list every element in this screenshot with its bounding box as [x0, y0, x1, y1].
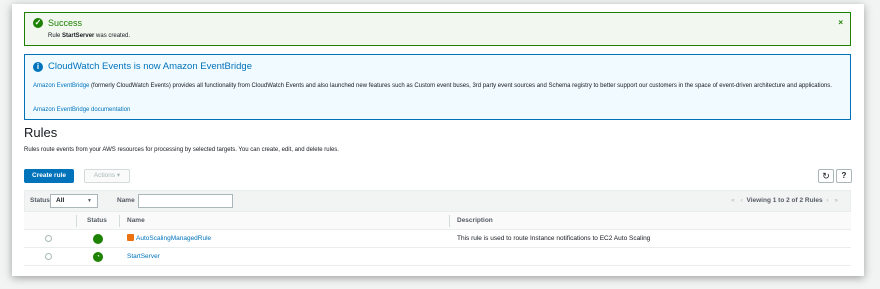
check-circle-icon: ✓ — [33, 18, 43, 28]
last-page-icon[interactable]: » — [834, 197, 838, 204]
row-select-radio[interactable] — [45, 253, 52, 260]
console-frame: ✓ Success Rule StartServer was created. … — [12, 4, 864, 276]
actions-dropdown-button[interactable]: Actions ▾ — [84, 169, 130, 183]
page-title: Rules — [24, 125, 58, 140]
column-name[interactable]: Name — [127, 212, 145, 230]
info-title: CloudWatch Events is now Amazon EventBri… — [48, 61, 252, 72]
filter-bar: Status All ▼ Name « ‹ Viewing 1 to 2 of … — [24, 190, 851, 212]
pagination: « ‹ Viewing 1 to 2 of 2 Rules › » — [729, 197, 840, 204]
eventbridge-doc-link[interactable]: Amazon EventBridge documentation — [33, 107, 130, 113]
prev-page-icon[interactable]: ‹ — [741, 197, 743, 204]
rules-table: Status Name Description AutoScalingManag… — [24, 212, 851, 266]
info-circle-icon: i — [33, 62, 43, 72]
rule-description: This rule is used to route Instance noti… — [457, 235, 651, 242]
create-rule-button[interactable]: Create rule — [24, 169, 74, 183]
created-rule-name: StartServer — [62, 33, 95, 39]
info-flash: i CloudWatch Events is now Amazon EventB… — [24, 54, 851, 120]
column-status[interactable]: Status — [87, 212, 107, 230]
name-filter-label: Name — [117, 197, 135, 204]
table-row[interactable]: AutoScalingManagedRule This rule is used… — [24, 230, 851, 248]
caret-down-icon: ▼ — [87, 198, 92, 204]
page-description: Rules route events from your AWS resourc… — [24, 147, 339, 153]
column-description[interactable]: Description — [457, 212, 493, 230]
rule-name-link[interactable]: AutoScalingManagedRule — [127, 230, 211, 248]
close-icon[interactable]: × — [838, 18, 843, 27]
eventbridge-link[interactable]: Amazon EventBridge — [33, 83, 89, 89]
enabled-status-icon — [93, 234, 103, 244]
refresh-icon[interactable]: ↻ — [818, 169, 834, 183]
table-header: Status Name Description — [24, 212, 851, 230]
name-filter-input[interactable] — [138, 194, 233, 208]
status-filter-select[interactable]: All ▼ — [50, 194, 98, 208]
rule-name-link[interactable]: StartServer — [127, 248, 160, 266]
pager-text: Viewing 1 to 2 of 2 Rules — [746, 197, 823, 204]
managed-rule-icon — [127, 234, 134, 241]
success-message: Rule StartServer was created. — [48, 33, 131, 39]
help-icon[interactable]: ? — [836, 169, 852, 183]
first-page-icon[interactable]: « — [731, 197, 735, 204]
table-row[interactable]: ◔ StartServer — [24, 248, 851, 266]
next-page-icon[interactable]: › — [826, 197, 828, 204]
row-select-radio[interactable] — [45, 235, 52, 242]
status-filter-label: Status — [30, 197, 50, 204]
info-body: Amazon EventBridge (formerly CloudWatch … — [33, 83, 832, 89]
success-title: Success — [48, 18, 83, 28]
enabled-status-icon: ◔ — [93, 252, 103, 262]
success-flash: ✓ Success Rule StartServer was created. … — [24, 12, 851, 46]
